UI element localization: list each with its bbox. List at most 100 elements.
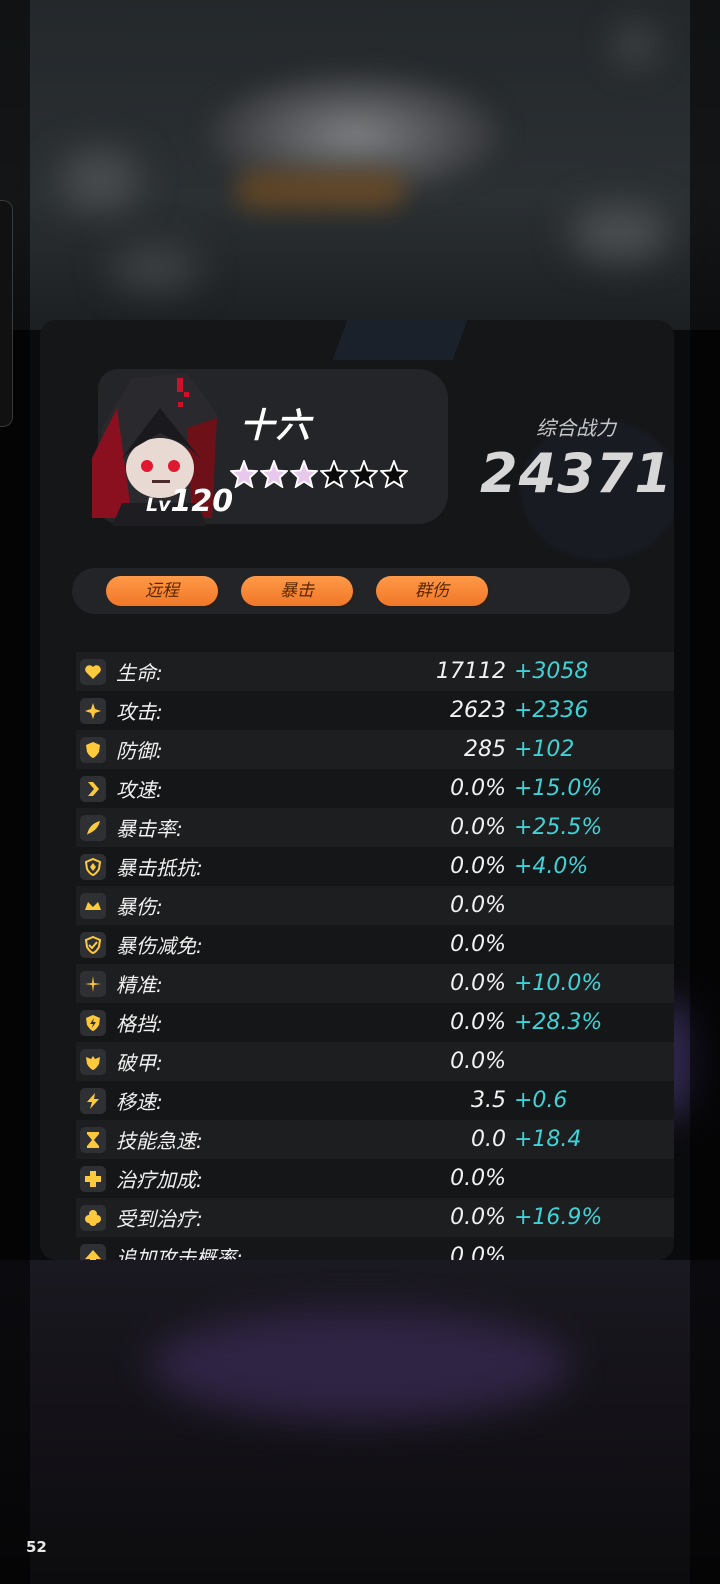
star-empty-icon: [378, 458, 410, 489]
stat-bonus-value: +15.0%: [514, 776, 603, 801]
tag-aoe[interactable]: 群伤: [376, 576, 488, 606]
character-stats-panel: 十六 Lv120 综合战力 24371 远程 暴击 群伤 生命: 17112 +30…: [40, 320, 674, 1260]
stat-base-value: 0.0%: [450, 1205, 506, 1230]
background-blob: [110, 245, 200, 290]
character-level: Lv120: [146, 484, 233, 519]
stat-base-value: 0.0%: [450, 776, 506, 801]
stat-row[interactable]: 破甲: 0.0%: [76, 1042, 674, 1081]
stat-bonus-value: +3058: [514, 659, 589, 684]
background-blob: [620, 30, 650, 60]
background-bottom: [0, 1260, 720, 1584]
stats-list[interactable]: 生命: 17112 +3058 攻击: 2623 +2336 防御: 285 +102 攻速: 0.…: [76, 652, 674, 1260]
star-empty-icon: [318, 458, 350, 489]
broken-shield-icon: [80, 1048, 106, 1075]
stat-label: 暴击抵抗:: [116, 856, 203, 880]
clover-icon: [80, 1204, 106, 1231]
hourglass-icon: [80, 1126, 106, 1153]
shield-outline-icon: [80, 853, 106, 880]
lightning-icon: [80, 1087, 106, 1114]
side-edge-tab[interactable]: [0, 200, 13, 427]
stat-row[interactable]: 攻击: 2623 +2336: [76, 691, 674, 730]
stat-row[interactable]: 生命: 17112 +3058: [76, 652, 674, 691]
stat-label: 攻速:: [116, 778, 163, 802]
stat-row[interactable]: 格挡: 0.0% +28.3%: [76, 1003, 674, 1042]
star-rating: [228, 458, 410, 489]
level-number: 120: [170, 484, 234, 519]
stat-label: 破甲:: [116, 1051, 163, 1075]
star-empty-icon: [348, 458, 380, 489]
right-shade: [690, 0, 720, 1584]
stat-label: 格挡:: [116, 1012, 163, 1036]
plus-icon: [80, 1165, 106, 1192]
sparkle-icon: [80, 697, 106, 724]
panel-decoration: [332, 320, 468, 360]
stat-bonus-value: +28.3%: [514, 1010, 603, 1035]
stat-label: 攻击:: [116, 700, 163, 724]
tag-critical[interactable]: 暴击: [241, 576, 353, 606]
stat-label: 受到治疗:: [116, 1207, 203, 1231]
stat-base-value: 0.0%: [450, 1010, 506, 1035]
stat-base-value: 0.0%: [450, 815, 506, 840]
background-blob: [570, 205, 670, 260]
stat-bonus-value: +0.6: [514, 1088, 568, 1113]
shield-check-icon: [80, 931, 106, 958]
feather-icon: [80, 814, 106, 841]
stat-label: 移速:: [116, 1090, 163, 1114]
tag-ranged[interactable]: 远程: [106, 576, 218, 606]
stat-row[interactable]: 移速: 3.5 +0.6: [76, 1081, 674, 1120]
stat-row[interactable]: 暴击抵抗: 0.0% +4.0%: [76, 847, 674, 886]
stat-row[interactable]: 暴伤减免: 0.0%: [76, 925, 674, 964]
stat-bonus-value: +16.9%: [514, 1205, 603, 1230]
stat-label: 生命:: [116, 661, 163, 685]
stat-row[interactable]: 受到治疗: 0.0% +16.9%: [76, 1198, 674, 1237]
heart-icon: [80, 658, 106, 685]
stat-bonus-value: +10.0%: [514, 971, 603, 996]
stat-base-value: 0.0%: [450, 1049, 506, 1074]
stat-row[interactable]: 防御: 285 +102: [76, 730, 674, 769]
trait-tags-bar: 远程 暴击 群伤: [72, 568, 630, 614]
stat-bonus-value: +102: [514, 737, 575, 762]
background-blob: [60, 150, 140, 210]
power-value: 24371: [480, 442, 673, 505]
stat-label: 防御:: [116, 739, 163, 763]
stat-base-value: 285: [464, 737, 506, 762]
stat-base-value: 0.0%: [450, 1166, 506, 1191]
stat-base-value: 0.0%: [450, 854, 506, 879]
stat-label: 暴伤减免:: [116, 934, 203, 958]
stat-row[interactable]: 追加攻击概率: 0.0%: [76, 1237, 674, 1260]
stat-row[interactable]: 技能急速: 0.0 +18.4: [76, 1120, 674, 1159]
stat-base-value: 3.5: [471, 1088, 506, 1113]
background-blob: [150, 1310, 570, 1420]
stat-base-value: 0.0%: [450, 1244, 506, 1260]
page-number: 52: [26, 1538, 47, 1556]
stat-base-value: 0.0%: [450, 893, 506, 918]
stat-bonus-value: +25.5%: [514, 815, 603, 840]
stat-row[interactable]: 攻速: 0.0% +15.0%: [76, 769, 674, 808]
stat-base-value: 0.0: [471, 1127, 506, 1152]
stat-label: 技能急速:: [116, 1129, 203, 1153]
stat-label: 治疗加成:: [116, 1168, 203, 1192]
level-prefix: Lv: [146, 494, 171, 516]
stat-label: 精准:: [116, 973, 163, 997]
arrow-up-icon: [80, 1243, 106, 1260]
stat-base-value: 2623: [450, 698, 506, 723]
stat-bonus-value: +4.0%: [514, 854, 589, 879]
star-filled-icon: [258, 458, 290, 489]
stat-base-value: 17112: [436, 659, 506, 684]
stat-label: 暴伤:: [116, 895, 163, 919]
star-filled-icon: [288, 458, 320, 489]
crown-icon: [80, 892, 106, 919]
stat-bonus-value: +18.4: [514, 1127, 582, 1152]
power-label: 综合战力: [536, 416, 616, 440]
stat-row[interactable]: 精准: 0.0% +10.0%: [76, 964, 674, 1003]
crosshair-icon: [80, 970, 106, 997]
stat-base-value: 0.0%: [450, 971, 506, 996]
stat-base-value: 0.0%: [450, 932, 506, 957]
stat-row[interactable]: 治疗加成: 0.0%: [76, 1159, 674, 1198]
star-filled-icon: [228, 458, 260, 489]
stat-row[interactable]: 暴击率: 0.0% +25.5%: [76, 808, 674, 847]
stat-row[interactable]: 暴伤: 0.0%: [76, 886, 674, 925]
stat-label: 追加攻击概率:: [116, 1246, 243, 1260]
stat-label: 暴击率:: [116, 817, 183, 841]
character-name: 十六: [240, 406, 312, 446]
